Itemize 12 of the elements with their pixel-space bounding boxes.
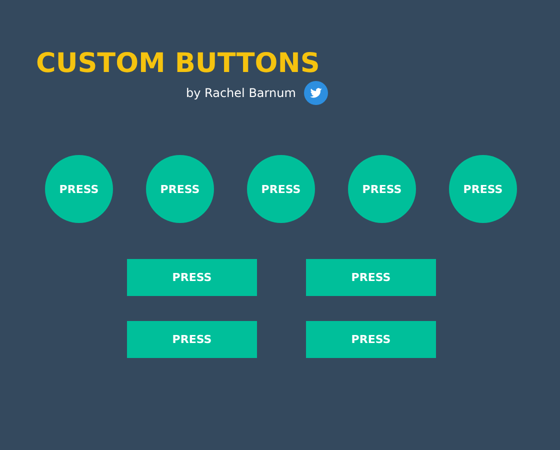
flat-button[interactable]: PRESS (127, 259, 257, 296)
round-button[interactable]: PRESS (247, 155, 315, 223)
flat-button[interactable]: PRESS (127, 321, 257, 358)
bird-icon[interactable] (304, 81, 328, 105)
flat-button[interactable]: PRESS (306, 321, 436, 358)
flat-button[interactable]: PRESS (306, 259, 436, 296)
author-byline: by Rachel Barnum (186, 86, 296, 100)
round-button[interactable]: PRESS (348, 155, 416, 223)
page-title: CUSTOM BUTTONS (36, 48, 320, 80)
round-button[interactable]: PRESS (45, 155, 113, 223)
round-button[interactable]: PRESS (449, 155, 517, 223)
round-button[interactable]: PRESS (146, 155, 214, 223)
